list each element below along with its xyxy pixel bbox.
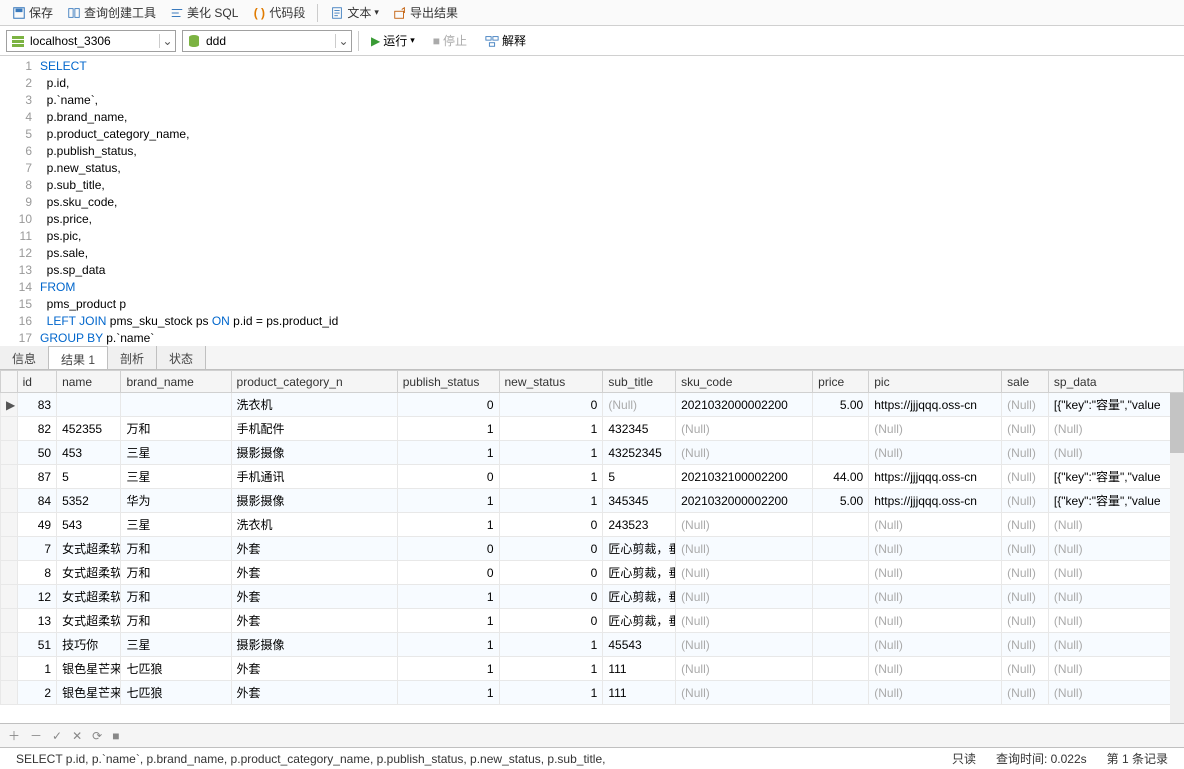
connection-bar: localhost_3306 ⌄ ddd ⌄ ▶ 运行 ▾ ■ 停止 解释 bbox=[0, 26, 1184, 56]
tab-result[interactable]: 结果 1 bbox=[49, 346, 108, 369]
database-text: ddd bbox=[202, 34, 335, 48]
code-area[interactable]: SELECT p.id, p.`name`, p.brand_name, p.p… bbox=[40, 56, 1184, 346]
host-text: localhost_3306 bbox=[26, 34, 159, 48]
grid-action-button[interactable]: ✓ bbox=[52, 729, 62, 743]
column-header[interactable]: sp_data bbox=[1048, 371, 1183, 393]
table-row[interactable]: 51技巧你三星摄影摄像1145543(Null)(Null)(Null)(Nul… bbox=[1, 633, 1184, 657]
status-readonly: 只读 bbox=[942, 750, 986, 767]
host-icon bbox=[10, 33, 26, 49]
column-header[interactable]: sku_code bbox=[676, 371, 813, 393]
grid-action-button[interactable]: － bbox=[30, 727, 42, 744]
table-row[interactable]: 2银色星芒来七匹狼外套11111(Null)(Null)(Null)(Null) bbox=[1, 681, 1184, 705]
code-snippet-button[interactable]: ( ) 代码段 bbox=[246, 2, 311, 23]
table-row[interactable]: 8女式超柔软万和外套00匠心剪裁，垂(Null)(Null)(Null)(Nul… bbox=[1, 561, 1184, 585]
export-button[interactable]: 导出结果 bbox=[387, 2, 464, 23]
column-header[interactable]: sub_title bbox=[603, 371, 676, 393]
column-header[interactable]: product_category_n bbox=[231, 371, 397, 393]
chevron-down-icon: ⌄ bbox=[335, 34, 351, 48]
host-selector[interactable]: localhost_3306 ⌄ bbox=[6, 30, 176, 52]
table-row[interactable]: 49543三星洗衣机10243523(Null)(Null)(Null)(Nul… bbox=[1, 513, 1184, 537]
code-snippet-icon: ( ) bbox=[252, 6, 266, 20]
grid-action-button[interactable]: ■ bbox=[112, 729, 119, 743]
main-toolbar: 保存 查询创建工具 美化 SQL ( ) 代码段 文本 ▾ 导出结果 bbox=[0, 0, 1184, 26]
column-header[interactable]: price bbox=[813, 371, 869, 393]
table-row[interactable]: 13女式超柔软万和外套10匠心剪裁，垂(Null)(Null)(Null)(Nu… bbox=[1, 609, 1184, 633]
column-header[interactable]: id bbox=[17, 371, 56, 393]
result-grid[interactable]: idnamebrand_nameproduct_category_npublis… bbox=[0, 370, 1184, 705]
beautify-label: 美化 SQL bbox=[187, 4, 238, 21]
chevron-down-icon: ▾ bbox=[374, 7, 379, 18]
column-header[interactable]: name bbox=[57, 371, 121, 393]
status-time: 查询时间: 0.022s bbox=[986, 750, 1097, 767]
run-label: 运行 bbox=[383, 32, 407, 49]
grid-toolbar: ＋ － ✓ ✕ ⟳ ■ bbox=[0, 723, 1184, 747]
database-selector[interactable]: ddd ⌄ bbox=[182, 30, 352, 52]
tab-status[interactable]: 状态 bbox=[157, 346, 206, 369]
query-builder-label: 查询创建工具 bbox=[84, 4, 156, 21]
text-button[interactable]: 文本 ▾ bbox=[324, 2, 385, 23]
save-label: 保存 bbox=[29, 4, 53, 21]
table-row[interactable]: 875三星手机通讯015202103210000220044.00https:/… bbox=[1, 465, 1184, 489]
table-row[interactable]: 7女式超柔软万和外套00匠心剪裁，垂(Null)(Null)(Null)(Nul… bbox=[1, 537, 1184, 561]
database-icon bbox=[186, 33, 202, 49]
tab-info[interactable]: 信息 bbox=[0, 346, 49, 369]
save-icon bbox=[12, 6, 26, 20]
chevron-down-icon: ⌄ bbox=[159, 34, 175, 48]
table-row[interactable]: 1银色星芒来七匹狼外套11111(Null)(Null)(Null)(Null) bbox=[1, 657, 1184, 681]
table-row[interactable]: 12女式超柔软万和外套10匠心剪裁，垂(Null)(Null)(Null)(Nu… bbox=[1, 585, 1184, 609]
run-button[interactable]: ▶ 运行 ▾ bbox=[365, 30, 421, 51]
status-sql: SELECT p.id, p.`name`, p.brand_name, p.p… bbox=[6, 752, 942, 766]
result-tabs: 信息 结果 1 剖析 状态 bbox=[0, 346, 1184, 370]
export-icon bbox=[393, 6, 407, 20]
table-row[interactable]: 50453三星摄影摄像1143252345(Null)(Null)(Null)(… bbox=[1, 441, 1184, 465]
sql-editor[interactable]: 1234567891011121314151617 SELECT p.id, p… bbox=[0, 56, 1184, 346]
column-header[interactable]: publish_status bbox=[397, 371, 499, 393]
beautify-button[interactable]: 美化 SQL bbox=[164, 2, 244, 23]
export-label: 导出结果 bbox=[410, 4, 458, 21]
scrollbar-thumb[interactable] bbox=[1170, 393, 1184, 453]
stop-icon: ■ bbox=[433, 34, 440, 48]
explain-icon bbox=[485, 34, 499, 48]
query-builder-button[interactable]: 查询创建工具 bbox=[61, 2, 162, 23]
line-gutter: 1234567891011121314151617 bbox=[0, 56, 40, 346]
text-icon bbox=[330, 6, 344, 20]
play-icon: ▶ bbox=[371, 34, 380, 48]
table-row[interactable]: ▶83洗衣机00(Null)20210320000022005.00https:… bbox=[1, 393, 1184, 417]
vertical-scrollbar[interactable] bbox=[1170, 393, 1184, 723]
column-header[interactable]: pic bbox=[869, 371, 1002, 393]
tab-profile[interactable]: 剖析 bbox=[108, 346, 157, 369]
chevron-down-icon: ▾ bbox=[410, 35, 415, 46]
status-bar: SELECT p.id, p.`name`, p.brand_name, p.p… bbox=[0, 747, 1184, 769]
stop-label: 停止 bbox=[443, 32, 467, 49]
beautify-icon bbox=[170, 6, 184, 20]
table-row[interactable]: 845352华为摄影摄像1134534520210320000022005.00… bbox=[1, 489, 1184, 513]
column-header[interactable]: brand_name bbox=[121, 371, 231, 393]
grid-action-button[interactable]: ＋ bbox=[8, 727, 20, 744]
column-header[interactable]: sale bbox=[1002, 371, 1049, 393]
stop-button[interactable]: ■ 停止 bbox=[427, 30, 473, 51]
explain-label: 解释 bbox=[502, 32, 526, 49]
query-builder-icon bbox=[67, 6, 81, 20]
separator bbox=[317, 4, 318, 22]
grid-action-button[interactable]: ⟳ bbox=[92, 729, 102, 743]
code-snippet-label: 代码段 bbox=[269, 4, 305, 21]
result-grid-wrap: idnamebrand_nameproduct_category_npublis… bbox=[0, 370, 1184, 723]
explain-button[interactable]: 解释 bbox=[479, 30, 532, 51]
table-row[interactable]: 82452355万和手机配件11432345(Null)(Null)(Null)… bbox=[1, 417, 1184, 441]
separator bbox=[358, 31, 359, 51]
status-records: 第 1 条记录 bbox=[1097, 750, 1178, 767]
text-label: 文本 bbox=[347, 4, 371, 21]
column-header[interactable]: new_status bbox=[499, 371, 603, 393]
save-button[interactable]: 保存 bbox=[6, 2, 59, 23]
grid-action-button[interactable]: ✕ bbox=[72, 729, 82, 743]
